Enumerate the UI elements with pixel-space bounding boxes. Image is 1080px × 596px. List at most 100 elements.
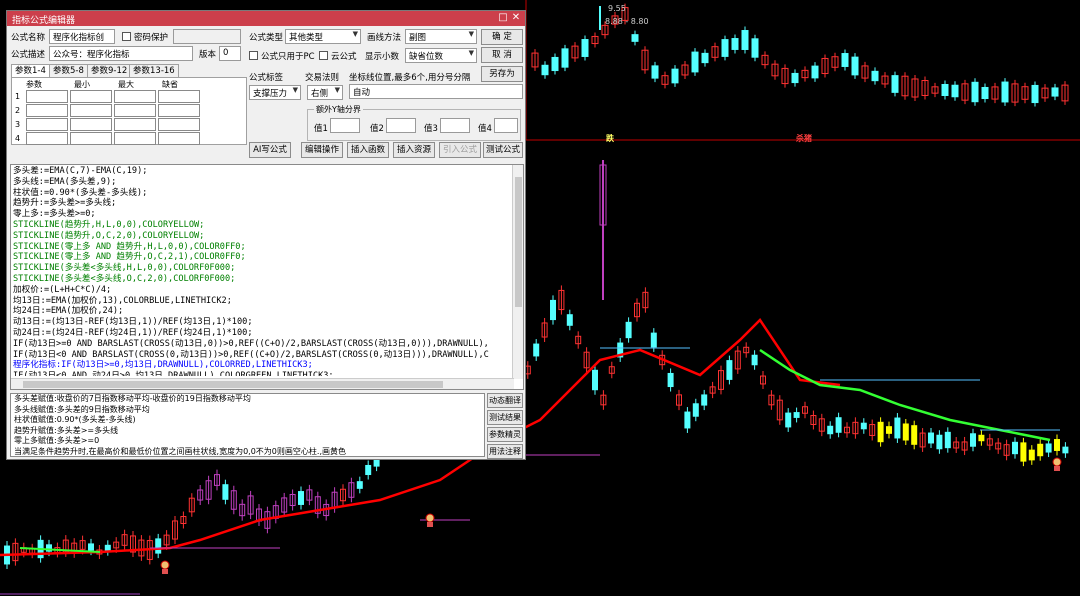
candle xyxy=(761,51,769,69)
indicator-candle xyxy=(852,417,859,439)
candle xyxy=(801,66,809,82)
code-line: 趋势升:=多头差>=多头线; xyxy=(13,198,117,209)
indicator-candle xyxy=(1054,434,1060,456)
candle xyxy=(1011,79,1019,107)
param-name-cell[interactable] xyxy=(26,90,68,103)
formula-name-input[interactable]: 程序化指标创 xyxy=(49,29,115,44)
param-max-cell[interactable] xyxy=(114,104,156,117)
indicator-candle xyxy=(600,390,607,410)
param-name-cell[interactable] xyxy=(26,132,68,145)
dynamic-translate-button[interactable]: 动态翻译 xyxy=(487,393,523,408)
v3-input[interactable] xyxy=(440,118,470,133)
param-header-max: 最大 xyxy=(118,80,134,89)
candle xyxy=(651,61,659,83)
indicator-candle xyxy=(961,436,968,456)
indicator-candle xyxy=(734,346,741,374)
v1-input[interactable] xyxy=(330,118,360,133)
indicator-candle xyxy=(71,538,78,558)
tab-params-5-8[interactable]: 参数5-8 xyxy=(49,64,88,78)
candle xyxy=(841,49,849,71)
indicator-candle xyxy=(827,421,834,439)
param-default-cell[interactable] xyxy=(158,104,200,117)
indicator-candle xyxy=(155,533,162,559)
edit-ops-button[interactable]: 编辑操作 xyxy=(301,142,343,158)
insert-func-button[interactable]: 插入函数 xyxy=(347,142,389,158)
tab-params-9-12[interactable]: 参数9-12 xyxy=(87,64,132,78)
param-name-cell[interactable] xyxy=(26,104,68,117)
hscroll-thumb[interactable] xyxy=(23,381,443,388)
code-lines: 多头差:=EMA(C,7)-EMA(C,19); 多头线:=EMA(多头差,9);… xyxy=(13,166,513,376)
vscroll-thumb[interactable] xyxy=(515,177,522,307)
indicator-candle xyxy=(877,417,884,447)
maximize-icon[interactable]: □ xyxy=(497,12,509,24)
draw-select[interactable]: 副图 ▼ xyxy=(405,29,477,44)
param-default-cell[interactable] xyxy=(158,132,200,145)
cloud-checkbox[interactable] xyxy=(319,51,328,60)
v2-input[interactable] xyxy=(386,118,416,133)
tab-params-1-4[interactable]: 参数1-4 xyxy=(11,64,50,78)
ok-button[interactable]: 确 定 xyxy=(481,29,523,45)
indicator-candle xyxy=(541,317,548,343)
candle xyxy=(851,53,859,79)
candle xyxy=(711,42,719,62)
password-checkbox[interactable] xyxy=(122,32,131,41)
bag-icon[interactable] xyxy=(160,560,170,574)
code-editor[interactable]: 多头差:=EMA(C,7)-EMA(C,19); 多头线:=EMA(多头差,9);… xyxy=(10,164,524,390)
test-result-button[interactable]: 测试结果 xyxy=(487,410,523,425)
param-min-cell[interactable] xyxy=(70,132,112,145)
param-default-cell[interactable] xyxy=(158,118,200,131)
cancel-button[interactable]: 取 消 xyxy=(481,47,523,63)
tag-select[interactable]: 支撑压力 ▼ xyxy=(249,85,301,100)
code-line: 柱状值:=0.90*(多头差-多头线); xyxy=(13,187,148,198)
code-line: STICKLINE(趋势升,O,C,2,0),COLORYELLOW; xyxy=(13,230,205,241)
ai-formula-button[interactable]: AI写公式 xyxy=(249,142,291,158)
candle xyxy=(971,78,979,106)
coords-input[interactable]: 自动 xyxy=(349,84,523,99)
save-as-button[interactable]: 另存为 xyxy=(481,66,523,82)
param-max-cell[interactable] xyxy=(114,90,156,103)
import-formula-button[interactable]: 引入公式 xyxy=(439,142,481,158)
indicator-candle xyxy=(608,361,615,379)
decimals-select[interactable]: 缺省位数 ▼ xyxy=(405,48,477,63)
param-max-cell[interactable] xyxy=(114,118,156,131)
bag-icon[interactable] xyxy=(1052,457,1062,471)
tab-params-13-16[interactable]: 参数13-16 xyxy=(129,64,179,78)
draw-select-value: 副图 xyxy=(409,33,427,43)
usage-notes-button[interactable]: 用法注释 xyxy=(487,444,523,459)
formula-desc-input[interactable]: 公众号：程序化指标 xyxy=(49,46,193,61)
version-label: 版本 xyxy=(199,50,217,60)
dialog-titlebar[interactable]: 指标公式编辑器 □ ✕ xyxy=(7,11,525,26)
indicator-candle xyxy=(289,489,296,511)
candle xyxy=(741,26,749,54)
code-hscrollbar[interactable] xyxy=(11,378,514,389)
bag-icon[interactable] xyxy=(425,513,435,527)
param-grid: 参数 最小 最大 缺省 1 2 3 4 xyxy=(11,77,247,145)
v4-input[interactable] xyxy=(494,118,518,133)
only-pc-checkbox[interactable] xyxy=(249,51,258,60)
param-max-cell[interactable] xyxy=(114,132,156,145)
trade-select-value: 右侧 xyxy=(311,89,329,99)
param-default-cell[interactable] xyxy=(158,90,200,103)
code-vscrollbar[interactable] xyxy=(512,165,523,379)
signal-label-down: 跌 xyxy=(606,134,614,143)
indicator-candle xyxy=(802,401,808,419)
trade-select[interactable]: 右侧 ▼ xyxy=(307,85,343,100)
indicator-candle xyxy=(197,484,204,506)
type-select[interactable]: 其他类型 ▼ xyxy=(285,29,361,44)
param-min-cell[interactable] xyxy=(70,90,112,103)
code-line: IF(动13日<0 AND BARSLAST(CROSS(0,动13日))>0,… xyxy=(13,349,489,360)
indicator-candle xyxy=(256,504,262,526)
indicator-candle xyxy=(348,477,355,503)
param-name-cell[interactable] xyxy=(26,118,68,131)
indicator-candle xyxy=(222,479,229,505)
param-wizard-button[interactable]: 参数精灵 xyxy=(487,427,523,442)
password-input[interactable] xyxy=(173,29,241,44)
close-icon[interactable]: ✕ xyxy=(510,12,522,24)
param-min-cell[interactable] xyxy=(70,104,112,117)
version-input[interactable]: 0 xyxy=(219,46,241,61)
param-min-cell[interactable] xyxy=(70,118,112,131)
param-header-name: 参数 xyxy=(26,80,42,89)
test-formula-button[interactable]: 测试公式 xyxy=(483,142,523,158)
insert-res-button[interactable]: 插入资源 xyxy=(393,142,435,158)
param-header-min: 最小 xyxy=(74,80,90,89)
